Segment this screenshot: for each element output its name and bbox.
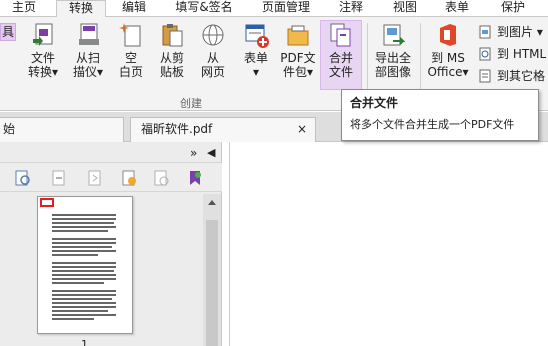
to-ms-office-button[interactable]: 到 MS Office▾ [426,21,470,79]
from-scanner-label-2: 描仪▾ [72,65,104,79]
file-convert-label-1: 文件 [30,51,55,65]
from-clipboard-button[interactable]: 从剪 贴板 [156,21,188,79]
from-scanner-label-1: 从扫 [75,51,100,65]
to-ms-office-label-2: Office▾ [427,65,469,79]
to-image-label: 到图片 ▾ [497,25,543,39]
export-images-label-2: 部图像 [374,65,411,79]
from-webpage-label-1: 从 [206,51,219,65]
thumbnail-scrollbar[interactable] [203,194,221,346]
collapse-panel-icon[interactable]: » [190,146,197,160]
to-image-button[interactable]: 到图片 ▾ [479,23,543,41]
page-thumbnail-panel: » ◀ 1 [0,142,222,346]
page-number: 1 [81,338,88,346]
tab-protect[interactable]: 保护 [496,0,530,16]
blank-page-label-2: 白页 [118,65,143,79]
from-webpage-button[interactable]: 从 网页 [198,21,228,79]
doc-tab-file[interactable]: 福昕软件.pdf × [130,117,316,142]
from-scanner-button[interactable]: 从扫 描仪▾ [70,21,106,79]
form-button[interactable]: 表单 ▾ [240,21,272,79]
file-convert-icon [33,23,53,46]
bookmark-page-icon[interactable] [186,169,204,187]
zoom-page-icon[interactable] [14,169,32,187]
extract-page-icon[interactable] [86,169,104,187]
form-label-2: ▾ [252,65,260,79]
tab-edit[interactable]: 编辑 [114,0,154,16]
office-icon [440,24,456,46]
doc-tab-start-label: 始 [3,122,16,136]
merge-files-label-1: 合并 [328,51,353,65]
scanner-icon [79,23,99,45]
page-edge [229,142,230,346]
pdf-portfolio-label-2: 件包▾ [282,65,314,79]
tooltip-description: 将多个文件合并生成一个PDF文件 [350,118,515,131]
tooltip-title: 合并文件 [350,96,399,110]
delete-page-icon[interactable] [152,169,170,187]
scrollbar-thumb[interactable] [206,220,218,346]
doc-tab-file-label: 福昕软件.pdf [141,122,213,136]
merge-files-label-2: 文件 [328,65,353,79]
portfolio-icon [287,25,309,46]
form-label-1: 表单 [243,51,268,65]
tab-fill-sign[interactable]: 填写&签名 [168,0,240,16]
merge-icon [330,23,351,47]
merge-files-button[interactable]: 合并 文件 [320,20,362,90]
ribbon-separator [367,23,368,95]
to-html-label: 到 HTML [497,47,547,61]
blank-page-label-1: 空 [124,51,137,65]
tab-form[interactable]: 表单 [440,0,474,16]
export-images-icon [383,24,406,46]
pdf-portfolio-button[interactable]: PDF文 件包▾ [280,21,316,79]
ribbon-left-stub[interactable]: 具 [0,23,16,41]
tab-page-management[interactable]: 页面管理 [254,0,318,16]
export-images-button[interactable]: 导出全 部图像 [372,21,414,79]
blank-page-button[interactable]: 空 白页 [116,21,146,79]
to-html-button[interactable]: 到 HTML [479,45,546,63]
tab-comment[interactable]: 注释 [334,0,368,16]
tab-view[interactable]: 视图 [388,0,422,16]
page-thumbnail[interactable] [37,196,133,334]
blank-page-icon [119,23,141,47]
from-clipboard-label-2: 贴板 [159,65,184,79]
scroll-up-icon[interactable] [207,198,217,206]
html-file-icon [479,47,491,61]
add-page-icon[interactable] [120,169,138,187]
pdf-portfolio-label-1: PDF文 [280,51,316,65]
globe-icon [202,24,224,46]
thumbnail-toolbar [0,162,222,192]
ribbon-tab-bar: 主页 转换 编辑 填写&签名 页面管理 注释 视图 表单 保护 [0,0,548,17]
group-label-create: 创建 [180,97,202,110]
to-other-format-button[interactable]: 到其它格 [479,67,545,85]
from-clipboard-label-1: 从剪 [159,51,184,65]
file-convert-button[interactable]: 文件 转换▾ [26,21,60,79]
from-webpage-label-2: 网页 [200,65,225,79]
doc-tab-start[interactable]: 始 [0,117,124,142]
tab-convert[interactable]: 转换 [56,0,106,17]
page-text-preview [52,214,116,320]
to-other-format-label: 到其它格 [497,69,546,83]
form-icon [245,24,269,48]
app-window: 主页 转换 编辑 填写&签名 页面管理 注释 视图 表单 保护 具 文件 转换▾ [0,0,548,346]
file-convert-label-2: 转换▾ [27,65,59,79]
ribbon-separator [420,23,421,95]
to-ms-office-label-1: 到 MS [431,51,465,65]
panel-arrow-icon[interactable]: ◀ [207,146,215,159]
tab-home[interactable]: 主页 [6,0,42,16]
clipboard-icon [162,24,183,47]
close-tab-icon[interactable]: × [297,118,307,140]
image-file-icon [479,25,491,39]
other-format-icon [479,69,491,83]
document-view[interactable] [223,142,548,346]
merge-files-tooltip: 合并文件 将多个文件合并生成一个PDF文件 [341,89,539,141]
export-images-label-1: 导出全 [374,51,411,65]
insert-page-icon[interactable] [50,169,68,187]
current-view-marker [40,198,54,207]
